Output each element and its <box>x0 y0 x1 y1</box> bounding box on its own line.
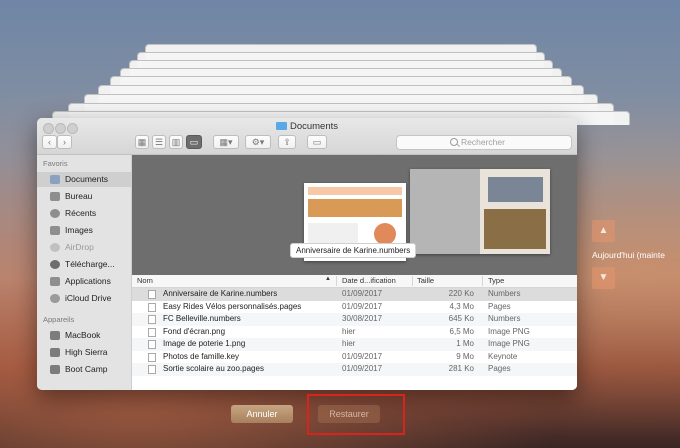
share-icon: ⇪ <box>283 137 291 147</box>
airdrop-icon <box>50 243 60 252</box>
column-kind[interactable]: Type <box>488 276 504 285</box>
list-icon: ☰ <box>154 137 164 147</box>
documents-icon <box>50 175 60 184</box>
folder-icon <box>275 122 287 130</box>
window-title: Documents <box>37 121 577 132</box>
column-header: Nom ▲ Date d...ification Taille Type <box>132 275 577 288</box>
applications-icon <box>50 277 60 286</box>
sidebar-item-images[interactable]: Images <box>37 223 131 238</box>
forward-button[interactable]: › <box>57 135 72 149</box>
disk-icon <box>50 365 60 374</box>
column-view-button[interactable]: ▥ <box>169 135 183 149</box>
preview-filename: Anniversaire de Karine.numbers <box>290 243 417 258</box>
camera-icon <box>50 226 60 235</box>
keynote-file-icon <box>148 352 156 362</box>
tags-button[interactable]: ▭ <box>307 135 327 149</box>
sidebar-item-macbook[interactable]: MacBook <box>37 328 131 343</box>
sort-ascending-icon: ▲ <box>325 276 331 282</box>
file-row[interactable]: FC Belleville.numbers 30/08/2017 645 Ko … <box>132 313 577 326</box>
column-size[interactable]: Taille <box>417 276 434 285</box>
grid-icon: ▦ <box>137 137 147 147</box>
search-field[interactable]: Rechercher <box>396 135 572 150</box>
laptop-icon <box>50 331 60 340</box>
file-row[interactable]: Fond d'écran.png hier 6,5 Mo Image PNG <box>132 326 577 339</box>
finder-window: Documents ‹ › ▦ ☰ ▥ ▭ ▦▾ ⚙▾ ⇪ ▭ Recherch… <box>37 118 577 390</box>
column-divider <box>482 276 483 286</box>
image-file-icon <box>148 340 156 349</box>
share-button[interactable]: ⇪ <box>278 135 296 149</box>
action-button[interactable]: ⚙▾ <box>245 135 271 149</box>
timeline-up-button[interactable]: ▲ <box>592 220 615 242</box>
favorites-header: Favoris <box>43 159 68 168</box>
numbers-file-icon <box>148 290 156 299</box>
sidebar: Favoris Documents Bureau Récents Images … <box>37 155 132 390</box>
title-bar: Documents ‹ › ▦ ☰ ▥ ▭ ▦▾ ⚙▾ ⇪ ▭ Recherch… <box>37 118 577 155</box>
gear-icon: ⚙▾ <box>251 137 265 147</box>
sidebar-item-boot-camp[interactable]: Boot Camp <box>37 362 131 377</box>
image-file-icon <box>148 327 156 337</box>
sidebar-item-recents[interactable]: Récents <box>37 206 131 221</box>
column-divider <box>412 276 413 286</box>
sidebar-item-bureau[interactable]: Bureau <box>37 189 131 204</box>
chevron-up-icon: ▲ <box>598 225 609 236</box>
back-button[interactable]: ‹ <box>42 135 57 149</box>
sidebar-item-airdrop[interactable]: AirDrop <box>37 240 131 255</box>
columns-icon: ▥ <box>171 137 181 147</box>
tag-icon: ▭ <box>312 137 322 147</box>
numbers-file-icon <box>148 315 156 324</box>
devices-header: Appareils <box>43 315 75 324</box>
file-row[interactable]: Photos de famille.key 01/09/2017 9 Mo Ke… <box>132 351 577 364</box>
sidebar-item-icloud-drive[interactable]: iCloud Drive <box>37 291 131 306</box>
pages-file-icon <box>148 365 156 374</box>
cover-flow-button[interactable]: ▭ <box>186 135 202 149</box>
arrange-button[interactable]: ▦▾ <box>213 135 239 149</box>
clock-icon <box>50 209 60 218</box>
document-thumbnail[interactable] <box>410 169 550 254</box>
disk-icon <box>50 348 60 357</box>
chevron-down-icon: ▼ <box>598 272 609 283</box>
column-name[interactable]: Nom <box>137 276 153 285</box>
file-row[interactable]: Anniversaire de Karine.numbers 01/09/201… <box>132 288 577 301</box>
desktop-icon <box>50 192 60 201</box>
chevron-right-icon: › <box>63 137 66 147</box>
column-divider <box>336 276 337 286</box>
timeline-down-button[interactable]: ▼ <box>592 267 615 289</box>
column-date[interactable]: Date d...ification <box>342 276 396 285</box>
cover-flow-icon: ▭ <box>189 137 199 147</box>
arrange-icon: ▦▾ <box>219 137 233 147</box>
cover-flow-preview: Anniversaire de Karine.numbers <box>132 155 577 275</box>
chevron-left-icon: ‹ <box>48 137 51 147</box>
timeline-date-label: Aujourd'hui (mainte <box>592 250 665 260</box>
search-icon <box>450 138 458 146</box>
cancel-button[interactable]: Annuler <box>231 405 293 423</box>
list-view-button[interactable]: ☰ <box>152 135 166 149</box>
file-row[interactable]: Sortie scolaire au zoo.pages 01/09/2017 … <box>132 363 577 376</box>
icon-view-button[interactable]: ▦ <box>135 135 149 149</box>
sidebar-item-high-sierra[interactable]: High Sierra <box>37 345 131 360</box>
restore-button-highlight <box>307 394 405 435</box>
sidebar-item-downloads[interactable]: Télécharge... <box>37 257 131 272</box>
sidebar-item-documents[interactable]: Documents <box>37 172 131 187</box>
file-row[interactable]: Image de poterie 1.png hier 1 Mo Image P… <box>132 338 577 351</box>
download-icon <box>50 260 60 269</box>
file-list: Nom ▲ Date d...ification Taille Type Ann… <box>132 275 577 390</box>
file-row[interactable]: Easy Rides Vélos personnalisés.pages 01/… <box>132 301 577 314</box>
cloud-icon <box>50 294 60 303</box>
pages-file-icon <box>148 302 156 312</box>
sidebar-item-applications[interactable]: Applications <box>37 274 131 289</box>
